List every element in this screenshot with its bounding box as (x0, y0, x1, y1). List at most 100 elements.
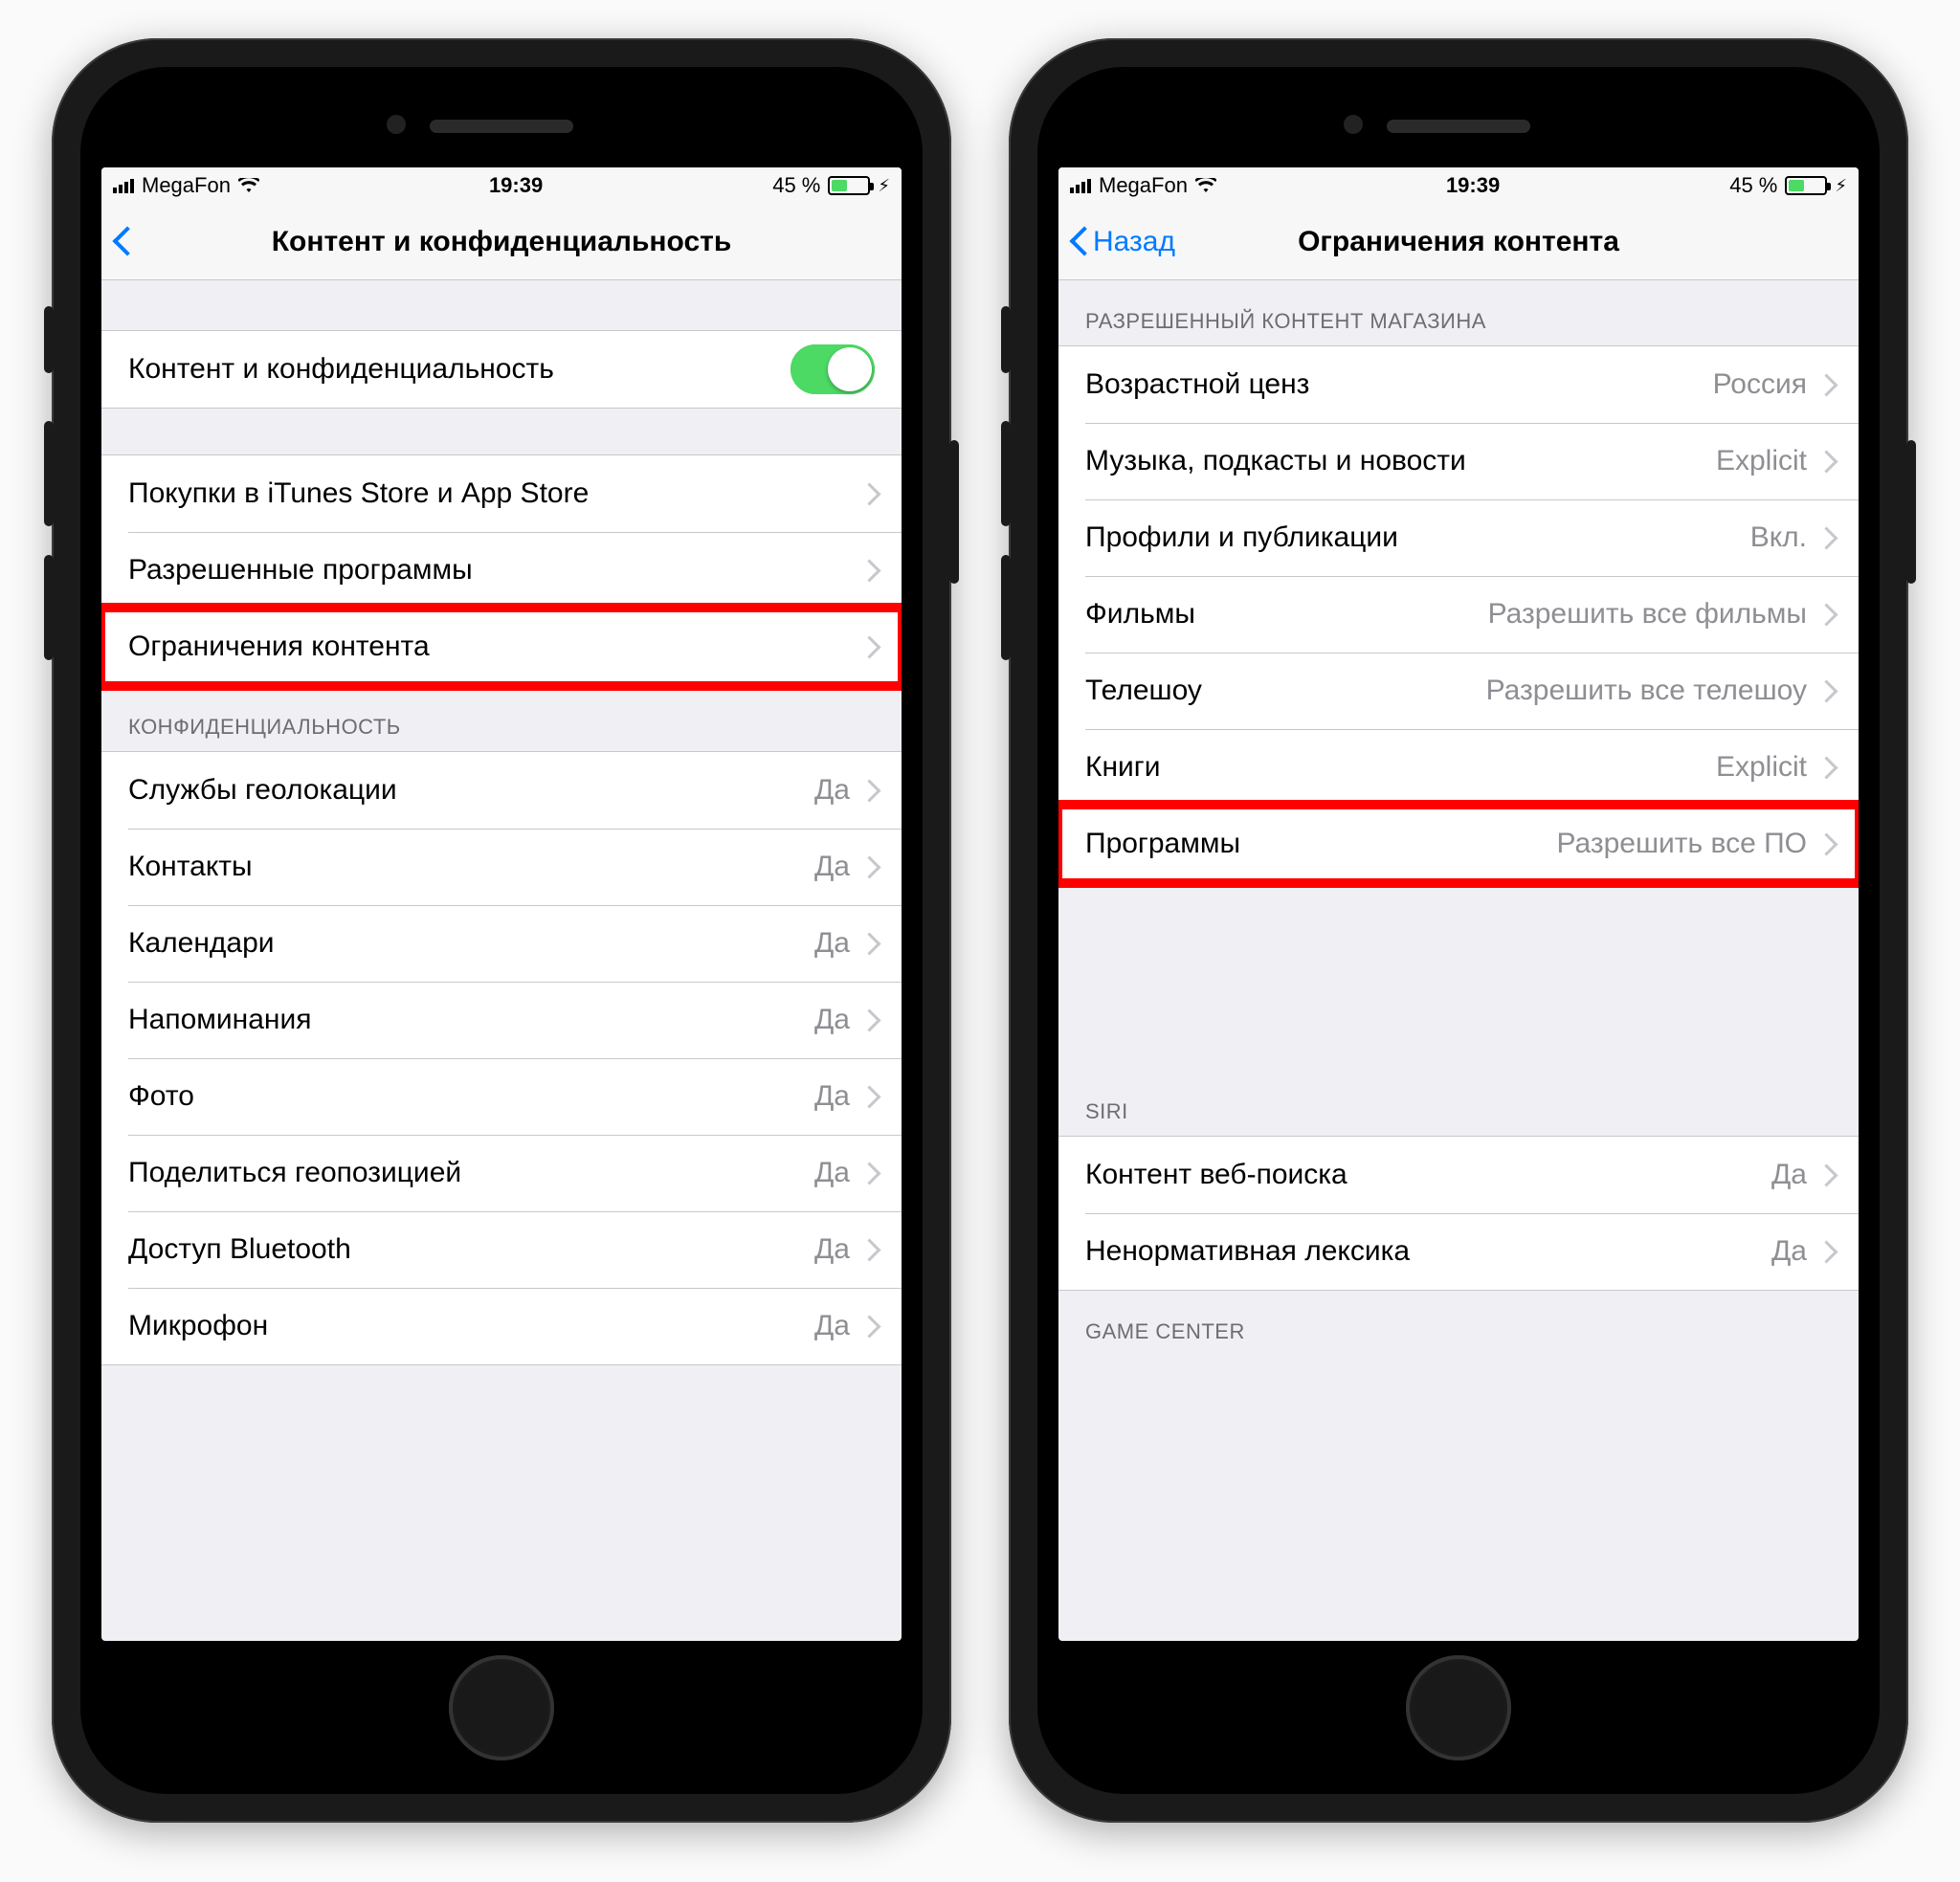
row-value: Да (814, 1080, 850, 1113)
list-item[interactable]: ФотоДа (101, 1058, 902, 1135)
carrier-label: MegaFon (142, 173, 231, 198)
screen-right: MegaFon 19:39 45 % ⚡︎ Назад Ог (1058, 167, 1859, 1641)
mute-switch (1001, 306, 1011, 373)
row-value: Explicit (1716, 751, 1807, 784)
row-value: Да (814, 1233, 850, 1266)
row-value: Россия (1713, 368, 1807, 401)
chevron-right-icon (861, 635, 875, 658)
row-value: Да (814, 927, 850, 960)
list-item[interactable]: ФильмыРазрешить все фильмы (1058, 576, 1859, 653)
volume-up-button (1001, 421, 1011, 526)
front-camera (1344, 115, 1363, 134)
row-label: Контакты (128, 851, 814, 883)
settings-group: Покупки в iTunes Store и App StoreРазреш… (101, 454, 902, 686)
list-item[interactable]: Разрешенные программы (101, 532, 902, 609)
page-title: Ограничения контента (1298, 226, 1619, 258)
chevron-left-icon (111, 225, 132, 259)
list-item[interactable]: Покупки в iTunes Store и App Store (101, 455, 902, 532)
store-group: Возрастной цензРоссияМузыка, подкасты и … (1058, 345, 1859, 883)
row-value: Да (814, 1310, 850, 1342)
list-item[interactable]: КонтактыДа (101, 829, 902, 905)
section-spacer (1058, 883, 1859, 1084)
list-item[interactable]: Музыка, подкасты и новостиExplicit (1058, 423, 1859, 499)
power-button (949, 440, 959, 584)
row-value: Да (814, 851, 850, 883)
row-value: Да (814, 774, 850, 807)
list-item[interactable]: Доступ BluetoothДа (101, 1211, 902, 1288)
nav-header: Контент и конфиденциальность (101, 204, 902, 280)
gamecenter-section-header: GAME CENTER (1058, 1291, 1859, 1356)
siri-section-header: SIRI (1058, 1084, 1859, 1136)
home-button[interactable] (1406, 1655, 1511, 1760)
list-item[interactable]: Ограничения контента (101, 609, 902, 685)
row-value: Да (814, 1004, 850, 1036)
list-item[interactable]: Службы геолокацииДа (101, 752, 902, 829)
back-button[interactable]: Назад (1068, 225, 1175, 259)
chevron-right-icon (861, 779, 875, 802)
toggle-group: Контент и конфиденциальность (101, 330, 902, 409)
row-label: Поделиться геопозицией (128, 1157, 814, 1189)
status-time: 19:39 (1446, 173, 1500, 198)
carrier-label: MegaFon (1099, 173, 1188, 198)
chevron-left-icon (1068, 225, 1089, 259)
chevron-right-icon (1818, 756, 1832, 779)
front-camera (387, 115, 406, 134)
power-button (1906, 440, 1916, 584)
row-label: Микрофон (128, 1310, 814, 1342)
volume-down-button (44, 555, 54, 660)
row-label: Фильмы (1085, 598, 1488, 631)
row-label: Напоминания (128, 1004, 814, 1036)
toggle-on[interactable] (791, 344, 875, 394)
chevron-right-icon (861, 1162, 875, 1185)
wifi-icon (238, 178, 259, 193)
chevron-right-icon (861, 1085, 875, 1108)
list-item[interactable]: ПрограммыРазрешить все ПО (1058, 806, 1859, 882)
chevron-right-icon (1818, 526, 1832, 549)
privacy-group: Службы геолокацииДаКонтактыДаКалендариДа… (101, 751, 902, 1365)
row-label: Контент и конфиденциальность (128, 353, 791, 386)
list-item[interactable]: НапоминанияДа (101, 982, 902, 1058)
row-label: Ненормативная лексика (1085, 1235, 1771, 1268)
content-privacy-toggle-row[interactable]: Контент и конфиденциальность (101, 331, 902, 408)
row-label: Телешоу (1085, 675, 1486, 707)
row-label: Контент веб-поиска (1085, 1159, 1771, 1191)
wifi-icon (1195, 178, 1216, 193)
row-value: Разрешить все ПО (1556, 828, 1807, 860)
row-label: Ограничения контента (128, 631, 861, 663)
nav-header: Назад Ограничения контента (1058, 204, 1859, 280)
list-item[interactable]: Профили и публикацииВкл. (1058, 499, 1859, 576)
list-item[interactable]: Возрастной цензРоссия (1058, 346, 1859, 423)
row-label: Книги (1085, 751, 1716, 784)
charging-icon: ⚡︎ (1835, 176, 1847, 196)
row-label: Календари (128, 927, 814, 960)
chevron-right-icon (1818, 373, 1832, 396)
chevron-right-icon (1818, 679, 1832, 702)
status-bar: MegaFon 19:39 45 % ⚡︎ (101, 167, 902, 204)
row-value: Да (1771, 1235, 1807, 1268)
list-item[interactable]: КнигиExplicit (1058, 729, 1859, 806)
list-item[interactable]: ТелешоуРазрешить все телешоу (1058, 653, 1859, 729)
list-item[interactable]: Ненормативная лексикаДа (1058, 1213, 1859, 1290)
privacy-section-header: КОНФИДЕНЦИАЛЬНОСТЬ (101, 686, 902, 751)
list-item[interactable]: Контент веб-поискаДа (1058, 1137, 1859, 1213)
row-label: Профили и публикации (1085, 521, 1750, 554)
phone-left: MegaFon 19:39 45 % ⚡︎ Контент и конфиден (52, 38, 951, 1823)
row-label: Возрастной ценз (1085, 368, 1713, 401)
battery-percent: 45 % (1729, 173, 1777, 198)
chevron-right-icon (861, 932, 875, 955)
row-label: Музыка, подкасты и новости (1085, 445, 1716, 477)
list-item[interactable]: КалендариДа (101, 905, 902, 982)
chevron-right-icon (861, 1315, 875, 1338)
list-item[interactable]: Поделиться геопозициейДа (101, 1135, 902, 1211)
home-button[interactable] (449, 1655, 554, 1760)
chevron-right-icon (861, 1008, 875, 1031)
back-button[interactable] (111, 225, 132, 259)
volume-down-button (1001, 555, 1011, 660)
chevron-right-icon (861, 1238, 875, 1261)
row-value: Разрешить все фильмы (1488, 598, 1807, 631)
list-item[interactable]: МикрофонДа (101, 1288, 902, 1364)
charging-icon: ⚡︎ (878, 176, 890, 196)
phone-right: MegaFon 19:39 45 % ⚡︎ Назад Ог (1009, 38, 1908, 1823)
row-label: Доступ Bluetooth (128, 1233, 814, 1266)
section-spacer (101, 280, 902, 330)
